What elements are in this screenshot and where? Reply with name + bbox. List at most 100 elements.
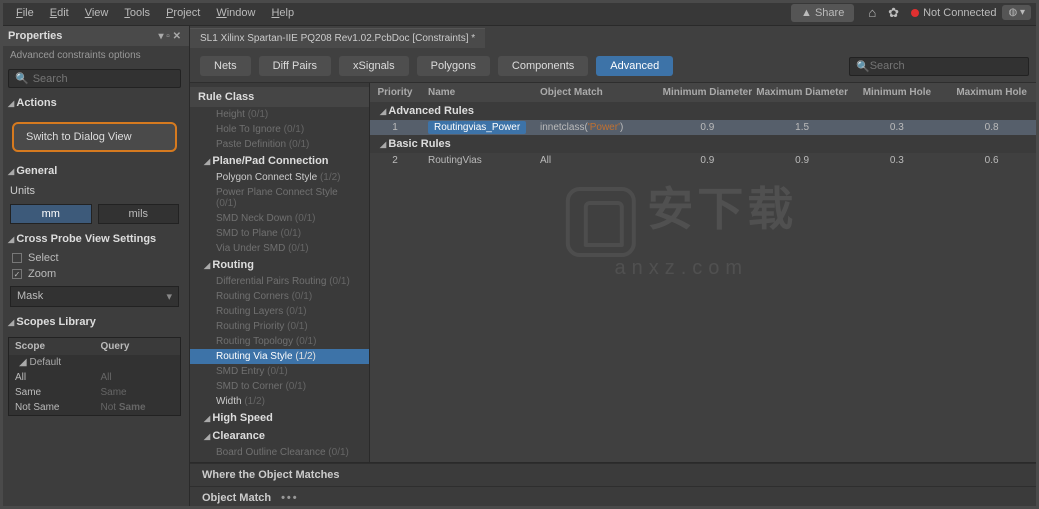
tree-group-routing[interactable]: Routing xyxy=(190,256,369,274)
tree-item[interactable]: Routing Priority (0/1) xyxy=(190,319,369,334)
filter-components[interactable]: Components xyxy=(498,56,588,76)
properties-subtitle: Advanced constraints options xyxy=(0,46,189,65)
tree-item[interactable]: Differential Pairs Routing (0/1) xyxy=(190,274,369,289)
tree-item[interactable]: SMD Neck Down (0/1) xyxy=(190,211,369,226)
section-scopes[interactable]: Scopes Library xyxy=(0,311,189,333)
chk-select[interactable]: Select xyxy=(0,250,189,266)
tree-item[interactable]: Height (0/1) xyxy=(190,107,369,122)
user-badge[interactable]: ◍ ▾ xyxy=(1002,5,1031,20)
units-label: Units xyxy=(0,182,189,200)
mask-dropdown[interactable]: Mask xyxy=(10,286,179,307)
cell-match: innetclass('Power') xyxy=(540,122,660,133)
menu-tools[interactable]: Tools xyxy=(116,4,158,22)
properties-search-input[interactable] xyxy=(33,73,175,85)
col-min-hole[interactable]: Minimum Hole xyxy=(850,87,945,98)
content-area: SL1 Xilinx Spartan-IIE PQ208 Rev1.02.Pcb… xyxy=(190,26,1039,509)
rule-class-header: Rule Class xyxy=(190,87,369,107)
grid-group-advanced[interactable]: Advanced Rules xyxy=(370,102,1039,120)
col-max-diam[interactable]: Maximum Diameter xyxy=(755,87,850,98)
object-match-panel[interactable]: Object Match••• xyxy=(190,486,1039,509)
cell-value: 0.9 xyxy=(660,155,755,166)
cell-value: 0.8 xyxy=(944,122,1039,133)
filter-advanced[interactable]: Advanced xyxy=(596,56,673,76)
cell-priority: 2 xyxy=(370,155,420,166)
tree-item[interactable]: SMD to Plane (0/1) xyxy=(190,226,369,241)
tree-item[interactable]: Routing Topology (0/1) xyxy=(190,334,369,349)
properties-title: Properties ▾ ▫ ✕ xyxy=(0,26,189,46)
rule-search-input[interactable] xyxy=(870,60,1022,72)
properties-panel: Properties ▾ ▫ ✕ Advanced constraints op… xyxy=(0,26,190,509)
status-dot-icon xyxy=(911,9,919,17)
section-general[interactable]: General xyxy=(0,160,189,182)
filter-diffpairs[interactable]: Diff Pairs xyxy=(259,56,331,76)
connection-status[interactable]: Not Connected xyxy=(905,7,1002,19)
col-scope[interactable]: Scope xyxy=(9,338,95,355)
scope-default-group[interactable]: ◢ Default xyxy=(9,355,180,370)
section-crossprobe[interactable]: Cross Probe View Settings xyxy=(0,228,189,250)
unit-mm-button[interactable]: mm xyxy=(10,204,92,224)
share-button[interactable]: ▲ Share xyxy=(791,4,854,22)
tree-item-selected[interactable]: Routing Via Style (1/2) xyxy=(190,349,369,364)
tree-item[interactable]: Power Plane Connect Style (0/1) xyxy=(190,185,369,211)
grid-group-basic[interactable]: Basic Rules xyxy=(370,135,1039,153)
col-object-match[interactable]: Object Match xyxy=(540,87,660,98)
col-name[interactable]: Name xyxy=(420,87,540,98)
tree-item[interactable]: Board Outline Clearance (0/1) xyxy=(190,445,369,460)
col-query[interactable]: Query xyxy=(95,338,181,355)
tree-item[interactable]: Polygon Connect Style (1/2) xyxy=(190,170,369,185)
grid-row-selected[interactable]: 1 Routingvias_Power innetclass('Power') … xyxy=(370,120,1039,135)
rule-search[interactable]: 🔍 xyxy=(849,57,1029,76)
where-matches-panel[interactable]: Where the Object Matches xyxy=(190,463,1039,486)
panel-controls[interactable]: ▾ ▫ ✕ xyxy=(159,31,182,42)
settings-icon[interactable]: ✿ xyxy=(882,5,905,21)
grid-row[interactable]: 2 RoutingVias All 0.9 0.9 0.3 0.6 xyxy=(370,153,1039,168)
search-icon: 🔍 xyxy=(15,72,29,85)
switch-to-dialog-button[interactable]: Switch to Dialog View xyxy=(12,122,177,152)
tree-group-highspeed[interactable]: High Speed xyxy=(190,409,369,427)
menu-view[interactable]: View xyxy=(77,4,117,22)
scope-row[interactable]: SameSame xyxy=(9,385,180,400)
menu-file[interactable]: File xyxy=(8,4,42,22)
filter-toolbar: Nets Diff Pairs xSignals Polygons Compon… xyxy=(190,50,1039,83)
col-max-hole[interactable]: Maximum Hole xyxy=(944,87,1039,98)
tree-item[interactable]: SMD to Corner (0/1) xyxy=(190,379,369,394)
scope-row[interactable]: Not SameNot Same xyxy=(9,400,180,415)
more-icon[interactable]: ••• xyxy=(281,492,299,504)
tree-item[interactable]: Width (1/2) xyxy=(190,394,369,409)
cell-match: All xyxy=(540,155,660,166)
tree-group-clearance[interactable]: Clearance xyxy=(190,427,369,445)
menu-window[interactable]: Window xyxy=(208,4,263,22)
tree-item[interactable]: Paste Definition (0/1) xyxy=(190,137,369,152)
cell-name: RoutingVias xyxy=(420,155,540,166)
tree-item[interactable]: Hole To Ignore (0/1) xyxy=(190,122,369,137)
tree-item[interactable]: Routing Layers (0/1) xyxy=(190,304,369,319)
cell-value: 0.3 xyxy=(850,155,945,166)
properties-search[interactable]: 🔍 xyxy=(8,69,181,88)
scope-row[interactable]: AllAll xyxy=(9,370,180,385)
home-icon[interactable]: ⌂ xyxy=(862,5,882,20)
filter-xsignals[interactable]: xSignals xyxy=(339,56,409,76)
doc-tab[interactable]: SL1 Xilinx Spartan-IIE PQ208 Rev1.02.Pcb… xyxy=(190,28,485,48)
cell-value: 0.3 xyxy=(850,122,945,133)
rule-grid: Priority Name Object Match Minimum Diame… xyxy=(370,83,1039,462)
cell-value: 1.5 xyxy=(755,122,850,133)
section-actions[interactable]: Actions xyxy=(0,92,189,114)
tree-item[interactable]: SMD Entry (0/1) xyxy=(190,364,369,379)
filter-nets[interactable]: Nets xyxy=(200,56,251,76)
unit-mils-button[interactable]: mils xyxy=(98,204,180,224)
chk-zoom[interactable]: ✓Zoom xyxy=(0,266,189,282)
tree-item[interactable]: Routing Corners (0/1) xyxy=(190,289,369,304)
tree-item[interactable]: Via Under SMD (0/1) xyxy=(190,241,369,256)
grid-header: Priority Name Object Match Minimum Diame… xyxy=(370,83,1039,102)
filter-polygons[interactable]: Polygons xyxy=(417,56,490,76)
search-icon: 🔍 xyxy=(856,60,870,73)
cell-value: 0.6 xyxy=(944,155,1039,166)
rule-class-tree[interactable]: Rule Class Height (0/1) Hole To Ignore (… xyxy=(190,83,370,462)
tree-group-plane[interactable]: Plane/Pad Connection xyxy=(190,152,369,170)
menu-edit[interactable]: Edit xyxy=(42,4,77,22)
menu-project[interactable]: Project xyxy=(158,4,208,22)
col-priority[interactable]: Priority xyxy=(370,87,420,98)
scopes-table: Scope Query ◢ Default AllAll SameSame No… xyxy=(8,337,181,416)
menu-help[interactable]: Help xyxy=(263,4,302,22)
col-min-diam[interactable]: Minimum Diameter xyxy=(660,87,755,98)
